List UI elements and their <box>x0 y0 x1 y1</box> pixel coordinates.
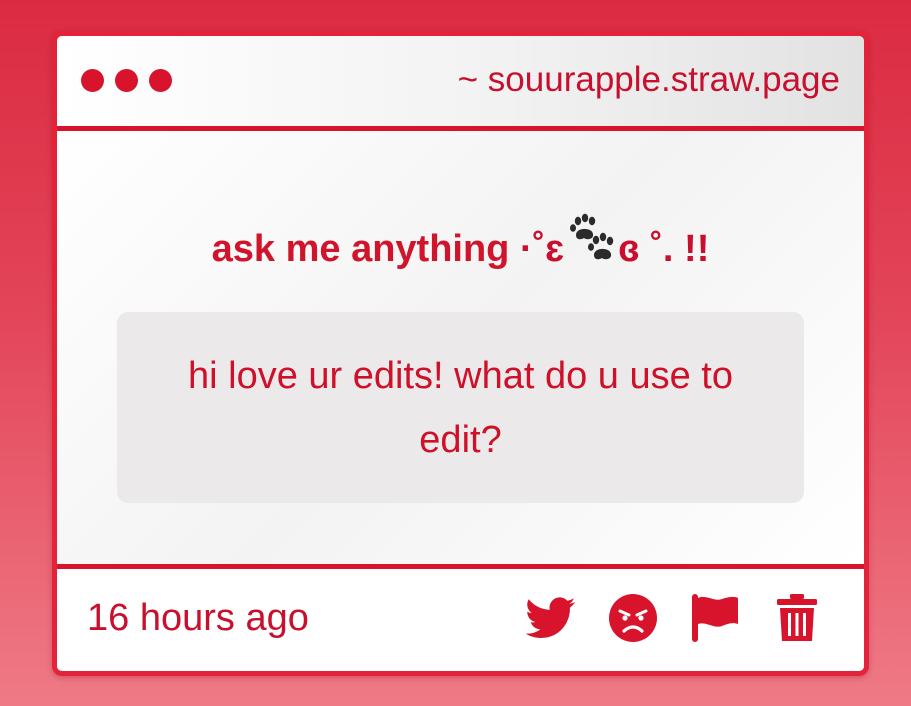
report-button[interactable] <box>689 592 740 649</box>
prompt-heading: ask me anything ·˚ɛ ɞ ˚. !! <box>57 213 864 275</box>
delete-button[interactable] <box>771 593 822 648</box>
twitter-icon <box>524 596 576 644</box>
window-dot-1[interactable] <box>81 69 104 92</box>
window-controls <box>81 69 172 92</box>
prompt-decoration-right: ɞ ˚. !! <box>618 228 710 270</box>
question-body: ask me anything ·˚ɛ ɞ ˚. !! hi love ur e… <box>57 131 864 564</box>
window-dot-3[interactable] <box>149 69 172 92</box>
page-url: ~ souurapple.straw.page <box>457 60 840 99</box>
window-titlebar: ~ souurapple.straw.page <box>57 36 864 131</box>
trash-icon <box>775 593 819 648</box>
prompt-text: ask me anything <box>211 228 510 270</box>
timestamp: 16 hours ago <box>87 597 309 639</box>
question-box: hi love ur edits! what do u use to edit? <box>117 312 804 503</box>
ask-card: ~ souurapple.straw.page ask me anything … <box>52 31 869 676</box>
block-user-button[interactable] <box>607 593 658 648</box>
flag-icon <box>690 592 740 649</box>
angry-face-icon <box>608 593 658 648</box>
window-dot-2[interactable] <box>115 69 138 92</box>
card-footer: 16 hours ago <box>57 564 864 671</box>
action-bar <box>524 592 822 649</box>
prompt-decoration-left: ·˚ɛ <box>519 228 565 270</box>
question-text: hi love ur edits! what do u use to edit? <box>188 354 733 461</box>
paw-prints-icon <box>564 213 618 275</box>
share-twitter-button[interactable] <box>524 594 576 646</box>
